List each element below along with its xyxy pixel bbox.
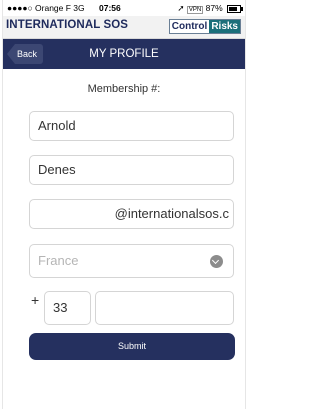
phone-number-field[interactable] bbox=[95, 291, 234, 325]
location-arrow-icon: ➚ bbox=[177, 3, 185, 13]
submit-button[interactable]: Submit bbox=[29, 333, 235, 360]
control-risks-logo-part1: Control bbox=[171, 21, 208, 32]
status-bar: ●●●●○ Orange F 3G 07:56 ➚ VPN 87% bbox=[3, 0, 245, 16]
brand-bar: INTERNATIONAL SOS Control Risks bbox=[3, 16, 245, 39]
country-code-field[interactable]: 33 bbox=[44, 291, 91, 325]
chevron-down-icon bbox=[210, 255, 223, 268]
international-sos-logo: INTERNATIONAL SOS bbox=[6, 19, 129, 31]
country-select[interactable]: France bbox=[29, 244, 234, 278]
membership-label: Membership #: bbox=[87, 83, 161, 95]
battery-icon bbox=[227, 4, 243, 13]
status-time: 07:56 bbox=[99, 3, 121, 13]
nav-bar: MY PROFILE Back bbox=[3, 39, 245, 69]
phone-prefix: + bbox=[31, 292, 40, 308]
vpn-badge: VPN bbox=[186, 6, 204, 14]
first-name-field[interactable]: Arnold bbox=[29, 111, 234, 141]
last-name-field[interactable]: Denes bbox=[29, 155, 234, 185]
battery-percent: 87% bbox=[205, 3, 223, 13]
control-risks-logo: Control Risks bbox=[168, 19, 241, 34]
carrier-label: ●●●●○ Orange F 3G bbox=[7, 3, 85, 13]
control-risks-logo-part2: Risks bbox=[209, 20, 240, 33]
phone-screen: ●●●●○ Orange F 3G 07:56 ➚ VPN 87% INTERN… bbox=[2, 0, 246, 409]
email-field[interactable]: @internationalsos.c bbox=[29, 199, 234, 229]
country-value: France bbox=[38, 253, 79, 268]
